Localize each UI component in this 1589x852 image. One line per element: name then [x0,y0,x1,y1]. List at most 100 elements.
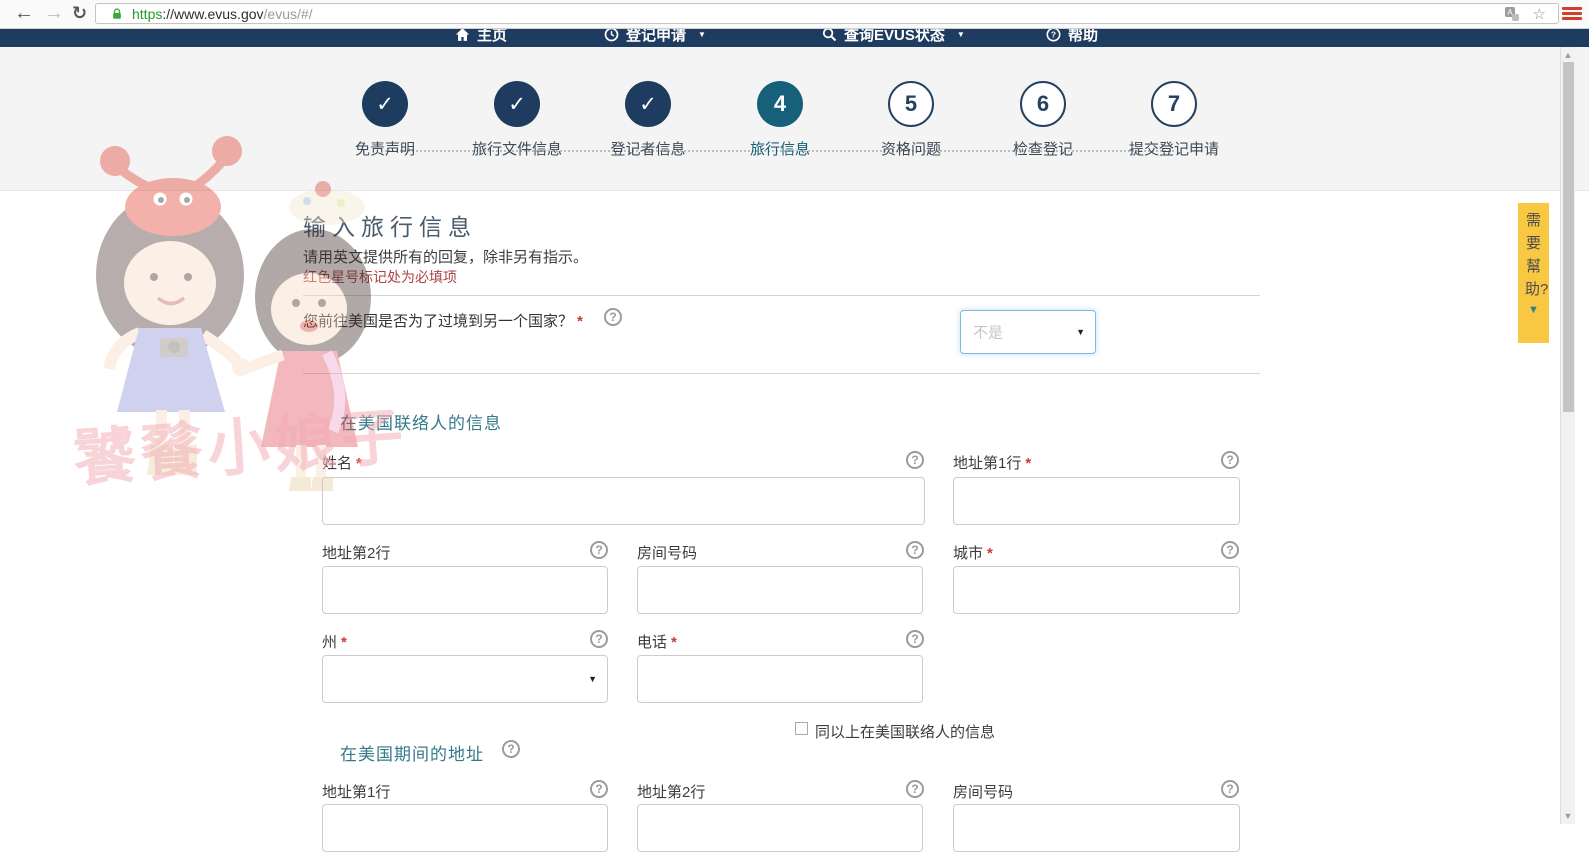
need-help-tab[interactable]: 需要幫助? ▼ [1518,203,1549,343]
us-addr1-input[interactable] [322,804,608,852]
step-2-complete[interactable]: ✓旅行文件信息 [451,81,583,159]
step-3-complete[interactable]: ✓登记者信息 [582,81,714,159]
help-icon[interactable]: ? [502,740,520,758]
us-address-section-title: 在美国期间的地址 [340,740,484,765]
us-addr2-label: 地址第2行 [637,781,705,802]
step-circle: 5 [888,81,934,127]
chevron-down-icon: ▼ [698,30,706,39]
required-asterisk: * [341,634,347,651]
contact-addr1-input[interactable] [953,477,1240,525]
scrollbar-up-arrow[interactable]: ▲ [1561,48,1575,62]
forward-button-icon[interactable]: → [44,0,64,27]
step-4-active: 4旅行信息 [714,81,846,159]
step-circle: ✓ [625,81,671,127]
us-addr2-input[interactable] [637,804,923,852]
url-text: https://www.evus.gov/evus/#/ [132,6,313,22]
help-icon[interactable]: ? [906,780,924,798]
step-label: 免责声明 [319,138,451,159]
contact-state-select[interactable]: ▼ [322,655,608,703]
help-tab-caret-icon: ▼ [1518,304,1549,316]
nav-item-home[interactable]: 主页 [455,28,507,47]
us-room-label: 房间号码 [953,781,1013,802]
step-7-upcoming: 7 提交登记申请 [1108,81,1240,159]
url-scheme: https [132,6,162,22]
contact-name-input[interactable] [322,477,925,525]
nav-home-label: 主页 [477,28,507,45]
chevron-down-icon: ▼ [957,30,965,39]
page-subtitle: 请用英文提供所有的回复，除非另有指示。 [303,246,588,267]
contact-phone-input[interactable] [637,655,923,703]
help-icon[interactable]: ? [1221,451,1239,469]
nav-item-status[interactable]: 查询EVUS状态 ▼ [822,28,965,47]
url-host: ://www.evus.gov [162,6,263,22]
browser-menu-icon[interactable] [1562,7,1582,22]
browser-chrome: ← → ↻ https://www.evus.gov/evus/#/ A ☆ [0,0,1589,29]
page-title: 输入旅行信息 [303,208,477,242]
label-text: 地址第2行 [637,784,705,801]
label-text: 州 [322,634,337,651]
transit-select[interactable]: 不是 ▼ [960,310,1096,354]
required-asterisk: * [671,634,677,651]
help-icon[interactable]: ? [604,308,622,326]
step-circle: 6 [1020,81,1066,127]
label-text: 姓名 [322,455,352,472]
help-icon[interactable]: ? [1221,541,1239,559]
required-asterisk: * [1025,455,1031,472]
url-path: /evus/#/ [264,6,313,22]
help-icon[interactable]: ? [590,541,608,559]
transit-question: 您前往美国是否为了过境到另一个国家？* [303,310,583,331]
help-icon[interactable]: ? [906,541,924,559]
help-icon[interactable]: ? [906,451,924,469]
step-label: 提交登记申请 [1108,138,1240,159]
bookmark-star-icon[interactable]: ☆ [1533,5,1546,23]
scrollbar-thumb[interactable] [1563,62,1574,412]
select-caret-icon: ▼ [588,674,597,684]
nav-help-label: 帮助 [1068,28,1098,45]
step-circle: ✓ [494,81,540,127]
address-bar[interactable]: https://www.evus.gov/evus/#/ A ☆ [95,3,1559,24]
https-lock-icon[interactable] [110,7,124,21]
scrollbar-down-arrow[interactable]: ▼ [1561,809,1575,823]
label-text: 房间号码 [953,784,1013,801]
contact-section-title: 在美国联络人的信息 [340,409,502,434]
home-icon [455,28,470,42]
step-label: 旅行信息 [714,138,846,159]
back-button-icon[interactable]: ← [14,0,34,27]
step-5-upcoming: 5 资格问题 [845,81,977,159]
contact-addr2-label: 地址第2行 [322,542,390,563]
label-text: 电话 [637,634,667,651]
help-icon[interactable]: ? [906,630,924,648]
contact-room-input[interactable] [637,566,923,614]
step-6-upcoming: 6 检查登记 [977,81,1109,159]
contact-city-label: 城市* [953,542,993,563]
refresh-button-icon[interactable]: ↻ [72,0,87,27]
contact-name-label: 姓名* [322,452,362,473]
scrollbar-track[interactable]: ▲ ▼ [1560,47,1575,824]
same-as-contact-checkbox[interactable] [795,722,808,735]
divider [303,295,1260,296]
help-icon[interactable]: ? [590,780,608,798]
us-room-input[interactable] [953,804,1240,852]
translate-icon[interactable]: A [1504,6,1520,22]
divider [303,373,1260,374]
step-label: 检查登记 [977,138,1109,159]
contact-addr2-input[interactable] [322,566,608,614]
nav-item-register[interactable]: 登记申请 ▼ [604,28,706,47]
question-circle-icon: ? [1046,28,1061,42]
us-addr1-label: 地址第1行 [322,781,390,802]
contact-state-label: 州* [322,631,347,652]
help-icon[interactable]: ? [1221,780,1239,798]
contact-city-input[interactable] [953,566,1240,614]
required-asterisk: * [577,313,583,330]
nav-item-help[interactable]: ? 帮助 [1046,28,1098,47]
progress-stepper: ✓免责声明✓旅行文件信息✓登记者信息4旅行信息5资格问题6检查登记7提交登记申请 [0,47,1589,191]
step-label: 资格问题 [845,138,977,159]
transit-question-text: 您前往美国是否为了过境到另一个国家？ [303,313,573,330]
step-1-complete[interactable]: ✓免责声明 [319,81,451,159]
help-icon[interactable]: ? [590,630,608,648]
required-asterisk: * [356,455,362,472]
contact-room-label: 房间号码 [637,542,697,563]
step-circle: 7 [1151,81,1197,127]
select-caret-icon: ▼ [1076,327,1085,337]
clock-icon [604,28,619,42]
